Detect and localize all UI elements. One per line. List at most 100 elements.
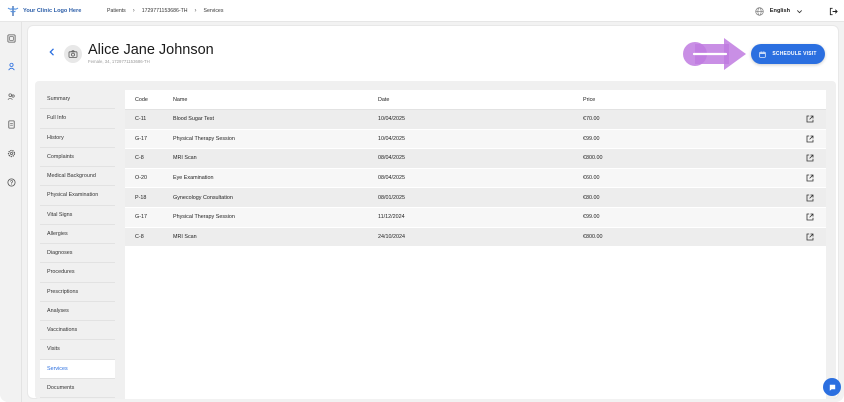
column-header-price[interactable]: Price <box>583 97 788 103</box>
open-external-icon[interactable] <box>806 154 814 162</box>
column-header-name[interactable]: Name <box>173 97 378 103</box>
table-row[interactable]: O-20 Eye Examination 08/04/2025 €60.00 <box>125 168 826 189</box>
breadcrumb-services: Services <box>203 7 224 14</box>
subnav-item-medical-background[interactable]: Medical Background <box>40 167 115 187</box>
subnav-item-summary[interactable]: Summary <box>40 90 115 110</box>
cell-price: €800.00 <box>583 155 603 162</box>
back-button[interactable] <box>46 46 58 58</box>
chat-button[interactable] <box>823 378 841 396</box>
patient-meta: Female, 34, 1729771153686-TH <box>88 59 150 64</box>
cell-name: Blood Sugar Test <box>173 116 214 123</box>
cell-date: 10/04/2025 <box>378 135 405 142</box>
table-row[interactable]: P-18 Gynecology Consultation 08/01/2025 … <box>125 188 826 208</box>
cell-code: C-8 <box>135 155 144 162</box>
subnav-item-documents[interactable]: Documents <box>40 379 115 398</box>
subnav-item-history[interactable]: History <box>40 129 115 148</box>
subnav-item-services[interactable]: Services <box>40 359 115 379</box>
cell-name: Physical Therapy Session <box>173 135 235 142</box>
chat-icon <box>829 384 835 391</box>
cell-code: G-17 <box>135 214 147 221</box>
help-icon[interactable] <box>5 176 17 188</box>
calendar-icon <box>759 51 767 58</box>
subnav-item-full-info[interactable]: Full Info <box>40 109 115 129</box>
avatar[interactable] <box>64 45 82 63</box>
subnav-item-procedures[interactable]: Procedures <box>40 263 115 283</box>
cell-date: 10/04/2025 <box>378 116 405 123</box>
cell-price: €99.00 <box>583 214 600 221</box>
cell-code: P-18 <box>135 194 147 201</box>
caduceus-icon <box>7 5 19 16</box>
cell-code: C-11 <box>135 116 147 123</box>
column-header-date[interactable]: Date <box>378 97 583 103</box>
breadcrumb: Patients › 1729771153686-TH › Services <box>107 8 223 14</box>
cell-price: €800.00 <box>583 233 603 240</box>
cell-name: Physical Therapy Session <box>173 214 235 221</box>
breadcrumb-separator: › <box>132 7 135 14</box>
chevron-down-icon[interactable] <box>796 8 803 15</box>
breadcrumb-patient-id[interactable]: 1729771153686-TH <box>142 8 188 14</box>
cell-price: €60.00 <box>583 175 600 182</box>
schedule-visit-button[interactable]: SCHEDULE VISIT <box>751 44 825 64</box>
app-window: Your Clinic Logo Here Patients › 1729771… <box>0 0 844 402</box>
cell-date: 08/04/2025 <box>378 155 405 162</box>
table-row[interactable]: G-17 Physical Therapy Session 10/04/2025… <box>125 129 826 150</box>
schedule-visit-label: SCHEDULE VISIT <box>772 51 817 57</box>
breadcrumb-patients[interactable]: Patients <box>107 8 126 14</box>
chevron-left-icon <box>49 48 54 56</box>
calendar-grid-icon[interactable] <box>5 32 17 44</box>
services-table: Code Name Date Price C-11 Blood Sugar Te… <box>125 90 826 399</box>
breadcrumb-separator: › <box>194 7 197 14</box>
cell-date: 08/04/2025 <box>378 175 405 182</box>
cell-name: Eye Examination <box>173 175 214 182</box>
table-row[interactable]: C-8 MRI Scan 24/10/2024 €800.00 <box>125 227 826 248</box>
cell-price: €99.00 <box>583 135 600 142</box>
patient-icon[interactable] <box>5 60 17 72</box>
subnav-item-complaints[interactable]: Complaints <box>40 148 115 167</box>
subnav-item-allergies[interactable]: Allergies <box>40 225 115 244</box>
table-row[interactable]: C-11 Blood Sugar Test 10/04/2025 €70.00 <box>125 110 826 130</box>
top-right-controls: English <box>755 0 844 22</box>
cell-date: 11/12/2024 <box>378 214 405 221</box>
open-external-icon[interactable] <box>806 213 814 221</box>
document-icon[interactable] <box>5 118 17 130</box>
open-external-icon[interactable] <box>806 115 814 123</box>
subnav-item-vital-signs[interactable]: Vital Signs <box>40 206 115 225</box>
subnav-item-prescriptions[interactable]: Prescriptions <box>40 283 115 302</box>
cell-name: MRI Scan <box>173 155 197 162</box>
users-icon[interactable] <box>5 90 17 102</box>
cell-name: Gynecology Consultation <box>173 194 233 201</box>
subnav-item-physical-examination[interactable]: Physical Examination <box>40 186 115 206</box>
cell-code: C-8 <box>135 233 144 240</box>
table-row[interactable]: G-17 Physical Therapy Session 11/12/2024… <box>125 207 826 228</box>
logo-text: Your Clinic Logo Here <box>23 7 82 14</box>
page-title: Alice Jane Johnson <box>88 42 214 58</box>
clinic-logo[interactable]: Your Clinic Logo Here <box>7 5 97 17</box>
section-nav: Summary Full Info History Complaints Med… <box>40 90 115 398</box>
subnav-item-analyses[interactable]: Analyses <box>40 302 115 321</box>
open-external-icon[interactable] <box>806 233 814 241</box>
cell-date: 24/10/2024 <box>378 233 405 240</box>
cell-price: €70.00 <box>583 116 600 123</box>
cell-date: 08/01/2025 <box>378 194 405 201</box>
globe-icon <box>755 6 764 16</box>
open-external-icon[interactable] <box>806 174 814 182</box>
cell-name: MRI Scan <box>173 233 197 240</box>
highlight-arrow-icon <box>683 38 746 70</box>
subnav-item-vaccinations[interactable]: Vaccinations <box>40 321 115 341</box>
cell-code: G-17 <box>135 135 147 142</box>
settings-icon[interactable] <box>5 147 17 159</box>
icon-sidebar <box>0 22 22 402</box>
table-header: Code Name Date Price <box>125 90 826 110</box>
language-selector[interactable]: English <box>770 8 790 14</box>
logout-icon[interactable] <box>829 7 838 16</box>
column-header-code[interactable]: Code <box>125 97 173 103</box>
cell-code: O-20 <box>135 175 147 182</box>
open-external-icon[interactable] <box>806 135 814 143</box>
top-bar: Your Clinic Logo Here Patients › 1729771… <box>0 0 844 22</box>
subnav-item-diagnoses[interactable]: Diagnoses <box>40 244 115 264</box>
cell-price: €80.00 <box>583 194 600 201</box>
subnav-item-visits[interactable]: Visits <box>40 340 115 360</box>
open-external-icon[interactable] <box>806 194 814 202</box>
table-row[interactable]: C-8 MRI Scan 08/04/2025 €800.00 <box>125 149 826 169</box>
camera-icon <box>68 50 78 58</box>
